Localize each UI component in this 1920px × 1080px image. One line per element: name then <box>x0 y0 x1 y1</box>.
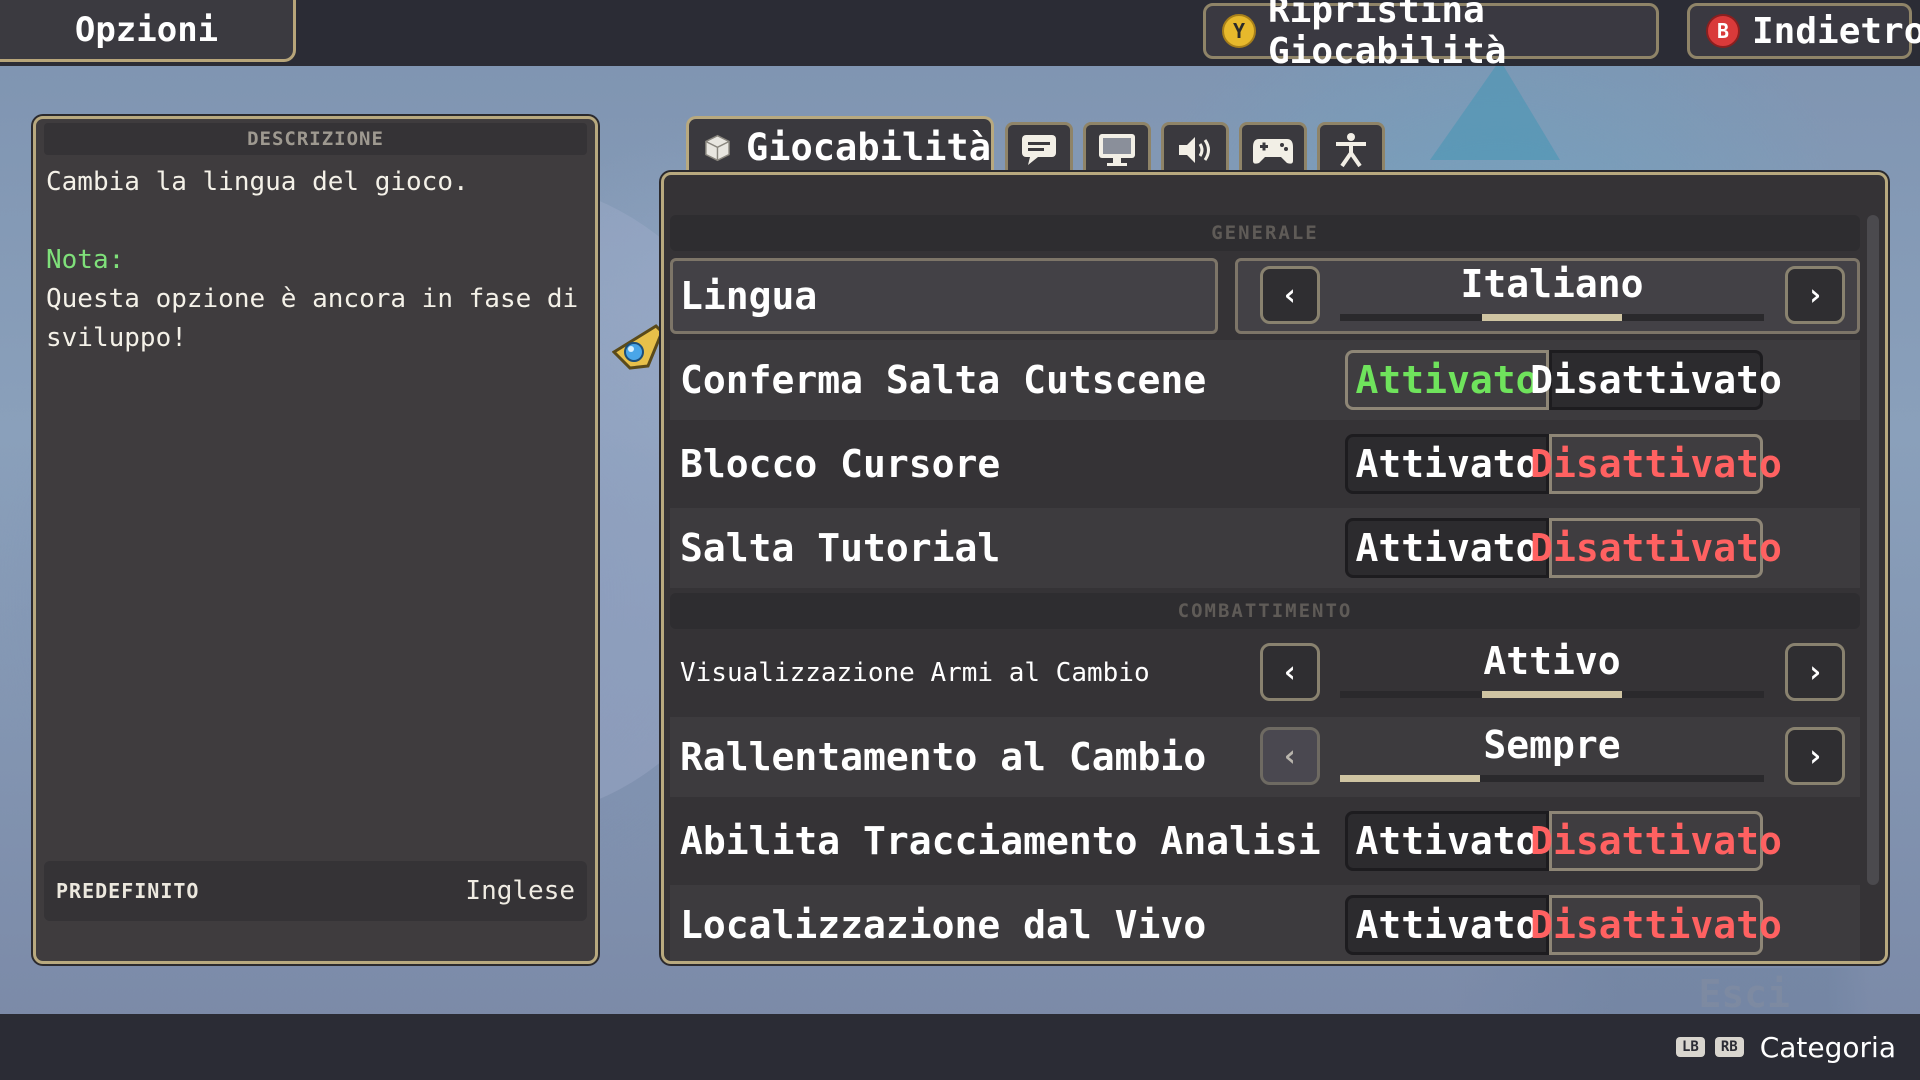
exit-label: Esci <box>1698 972 1790 1016</box>
slowdown-value: Sempre <box>1483 723 1621 767</box>
toggle-on-button[interactable]: Attivato <box>1345 811 1549 871</box>
toggle-on-button[interactable]: Attivato <box>1345 350 1549 410</box>
bottom-bar: LB RB Categoria <box>0 1014 1920 1080</box>
weapon-display-track <box>1340 691 1764 698</box>
gamepad-icon <box>1253 138 1293 164</box>
chat-bubble-icon <box>1022 134 1056 165</box>
weapon-display-prev-button[interactable]: ‹ <box>1260 643 1320 701</box>
gameplay-cube-icon <box>705 134 730 161</box>
section-combat: COMBATTIMENTO <box>670 593 1860 629</box>
slowdown-prev-button[interactable]: ‹ <box>1260 727 1320 785</box>
back-button[interactable]: B Indietro <box>1687 3 1920 59</box>
weapon-display-value: Attivo <box>1483 639 1621 683</box>
option-label: Lingua <box>680 274 818 318</box>
reset-gameplay-label: Ripristina Giocabilità <box>1268 0 1507 72</box>
options-panel: GENERALE Lingua ‹ Italiano › Conferma Sa… <box>661 172 1888 964</box>
selection-cursor-icon <box>612 324 664 370</box>
option-label: Abilita Tracciamento Analisi <box>680 819 1321 863</box>
toggle-off-button[interactable]: Disattivato <box>1530 434 1782 494</box>
option-row-live-localization[interactable]: Localizzazione dal Vivo Attivato Disatti… <box>670 885 1860 961</box>
option-label: Visualizzazione Armi al Cambio <box>680 658 1150 688</box>
default-label: PREDEFINITO <box>56 879 200 903</box>
tab-gameplay[interactable]: Giocabilità <box>686 116 994 176</box>
description-header: DESCRIZIONE <box>44 123 587 155</box>
option-label: Conferma Salta Cutscene <box>680 358 1207 402</box>
slowdown-fill <box>1340 775 1480 782</box>
back-label: Indietro <box>1752 10 1920 52</box>
exit-button[interactable]: Esci <box>1450 968 1870 1020</box>
tab-controller[interactable] <box>1239 122 1307 174</box>
options-scrollbar[interactable] <box>1867 215 1879 885</box>
language-position-fill <box>1482 314 1622 321</box>
tab-accessibility[interactable] <box>1317 122 1385 174</box>
option-row-confirm-skip-cutscene[interactable]: Conferma Salta Cutscene Attivato Disatti… <box>670 340 1860 420</box>
toggle-live-localization: Attivato Disattivato <box>1345 895 1782 955</box>
description-panel: DESCRIZIONE Cambia la lingua del gioco. … <box>33 116 598 964</box>
page-title: Opzioni <box>0 0 296 62</box>
option-label: Rallentamento al Cambio <box>680 735 1207 779</box>
tab-gameplay-label: Giocabilità <box>745 126 991 169</box>
category-label: Categoria <box>1759 1030 1896 1064</box>
toggle-on-button[interactable]: Attivato <box>1345 895 1549 955</box>
option-row-language[interactable]: Lingua ‹ Italiano › <box>670 256 1860 336</box>
reset-gameplay-button[interactable]: Y Ripristina Giocabilità <box>1203 0 1659 72</box>
toggle-off-button[interactable]: Disattivato <box>1530 518 1782 578</box>
option-row-slowdown[interactable]: Rallentamento al Cambio ‹ Sempre › <box>670 717 1860 797</box>
weapon-display-next-button[interactable]: › <box>1785 643 1845 701</box>
tab-audio[interactable] <box>1161 122 1229 174</box>
tab-chat[interactable] <box>1005 122 1073 174</box>
slowdown-track <box>1340 775 1764 782</box>
toggle-on-button[interactable]: Attivato <box>1345 518 1549 578</box>
note-label: Nota: <box>46 245 125 275</box>
option-label: Localizzazione dal Vivo <box>680 903 1207 947</box>
description-text: Cambia la lingua del gioco. <box>46 167 469 197</box>
accessibility-icon <box>1336 132 1366 167</box>
toggle-skip-tutorial: Attivato Disattivato <box>1345 518 1782 578</box>
tab-display[interactable] <box>1083 122 1151 174</box>
option-label: Blocco Cursore <box>680 442 1001 486</box>
default-value-row: PREDEFINITO Inglese <box>44 861 587 921</box>
toggle-off-button[interactable]: Disattivato <box>1530 350 1782 410</box>
language-value: Italiano <box>1460 262 1644 306</box>
section-general: GENERALE <box>670 215 1860 251</box>
y-button-icon: Y <box>1222 14 1256 48</box>
toggle-cursor-lock: Attivato Disattivato <box>1345 434 1782 494</box>
b-button-icon: B <box>1706 14 1740 48</box>
toggle-on-button[interactable]: Attivato <box>1345 434 1549 494</box>
toggle-off-button[interactable]: Disattivato <box>1530 895 1782 955</box>
speaker-icon <box>1179 136 1210 163</box>
option-row-skip-tutorial[interactable]: Salta Tutorial Attivato Disattivato <box>670 508 1860 588</box>
language-next-button[interactable]: › <box>1785 266 1845 324</box>
option-row-cursor-lock[interactable]: Blocco Cursore Attivato Disattivato <box>670 424 1860 504</box>
lb-key-icon: LB <box>1676 1037 1705 1057</box>
description-text-block: Cambia la lingua del gioco. Nota: Questa… <box>46 163 585 358</box>
weapon-display-fill <box>1482 691 1622 698</box>
monitor-icon <box>1099 133 1135 166</box>
language-position-track <box>1340 314 1764 321</box>
note-text: Questa opzione è ancora in fase di svilu… <box>46 284 579 353</box>
option-label: Salta Tutorial <box>680 526 1001 570</box>
toggle-off-button[interactable]: Disattivato <box>1530 811 1782 871</box>
toggle-confirm-skip-cutscene: Attivato Disattivato <box>1345 350 1782 410</box>
rb-key-icon: RB <box>1714 1037 1744 1057</box>
language-prev-button[interactable]: ‹ <box>1260 266 1320 324</box>
slowdown-next-button[interactable]: › <box>1785 727 1845 785</box>
option-row-weapon-display[interactable]: Visualizzazione Armi al Cambio ‹ Attivo … <box>670 633 1860 713</box>
default-value: Inglese <box>465 876 575 906</box>
toggle-analytics: Attivato Disattivato <box>1345 811 1782 871</box>
option-row-analytics[interactable]: Abilita Tracciamento Analisi Attivato Di… <box>670 801 1860 881</box>
